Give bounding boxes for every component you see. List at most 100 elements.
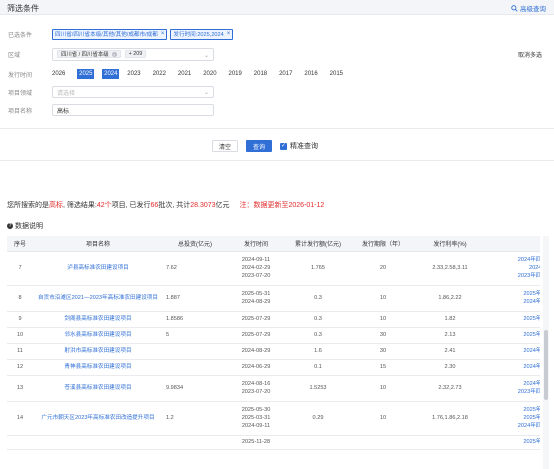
selected-tag-region[interactable]: 四川省/四川省本级/其他/其他/成都市/成都 × <box>52 28 168 40</box>
year-option[interactable]: 2019 <box>228 69 253 79</box>
cell-bond-name-line[interactable]: 2024年 <box>485 264 540 272</box>
table-row: 12青神县高标准农田建设项目 2024-06-29 0.1152.302024年四 <box>7 359 540 376</box>
project-field-row: 项目领域 请选择 ⌄ <box>8 86 214 98</box>
year-option-selected[interactable]: 2024 <box>102 69 120 79</box>
year-option[interactable]: 2023 <box>127 69 152 79</box>
year-option[interactable]: 2026 <box>52 69 77 79</box>
query-button[interactable]: 查询 <box>246 140 272 152</box>
selected-conditions-label: 已选条件 <box>8 32 33 39</box>
table-row: 8 自贡市沿滩区2021—2023年高标准农田建设项目 1.887 2025-05-3… <box>7 285 540 312</box>
cell-bond-name[interactable]: 2025年四 <box>485 327 540 344</box>
cell-bond-name[interactable]: 2025年四 <box>485 311 540 328</box>
cell-bond-name-line[interactable]: 2024年四 <box>485 347 540 355</box>
selected-conditions-row: 已选条件 四川省/四川省本级/其他/其他/成都市/成都 × 发行时间:2025,… <box>8 28 236 40</box>
cell-rate: 2.32,2.73 <box>415 375 485 402</box>
table-row: 14 广元市朝天区2023年高标准农田改造提升项目 1.2 2025-05-30 202… <box>7 401 540 436</box>
year-option[interactable]: 2015 <box>330 69 355 79</box>
year-option-selected[interactable]: 2025 <box>77 69 95 79</box>
advanced-search-link[interactable]: 高级查询 <box>511 3 546 13</box>
cell-bond-name[interactable]: 2025年四2024年四 <box>485 285 540 312</box>
clear-button[interactable]: 清空 <box>212 140 238 152</box>
close-icon[interactable]: × <box>161 31 165 37</box>
selected-tag-issue-time[interactable]: 发行时间:2025,2024 × <box>170 28 234 40</box>
cell-bond-name-line[interactable]: 2025年四 <box>485 331 540 339</box>
cell-dates-line: 2025-07-29 <box>241 316 271 322</box>
cell-no: 12 <box>7 359 33 376</box>
cell-bond-name-line[interactable]: 2025年四 <box>485 290 540 298</box>
cell-bond-name[interactable]: 2024年四川2024年2023年四川 <box>485 251 540 286</box>
cell-bond-name-line[interactable]: 2025年四 <box>485 315 540 323</box>
cell-term <box>351 435 415 450</box>
col-header-date: 发行时间 <box>227 236 285 252</box>
cell-bond-name-line[interactable]: 2024年四 <box>485 298 540 306</box>
cell-rate <box>415 435 485 450</box>
year-option[interactable]: 2021 <box>178 69 203 79</box>
cell-bond-name-line[interactable]: 2024年四 <box>485 380 540 388</box>
exact-query-checkbox[interactable]: ✓ 精准查询 <box>280 141 318 151</box>
cell-bond-name-line[interactable]: 2023年四川 <box>485 388 540 396</box>
table-row: 7 泸县高标准农田建设项目 7.62 2024-09-11 2024-02-29 2023… <box>7 251 540 286</box>
cell-dates-line: 2025-07-29 <box>241 332 271 338</box>
cell-bond-name-line[interactable]: 2024年四川 <box>485 422 540 430</box>
cell-project-name[interactable]: 青神县高标准农田建设项目 <box>33 359 163 376</box>
cell-project-name[interactable]: 射洪市高标准农田建设项目 <box>33 343 163 360</box>
cell-dates: 2025-07-29 <box>227 327 285 344</box>
cell-dates: 2024-08-29 <box>227 343 285 360</box>
cell-amount: 1.5253 <box>285 375 351 402</box>
cell-bond-name[interactable]: 2025年四 <box>485 435 540 450</box>
cell-dates: 2025-11-28 <box>227 435 285 450</box>
cell-rate: 2.13 <box>415 327 485 344</box>
cell-no: 10 <box>7 327 33 344</box>
cell-rate: 2.41 <box>415 343 485 360</box>
region-select[interactable]: 四川省 / 四川省本级 × + 209 ⌄ <box>52 47 214 61</box>
cell-project-name[interactable]: 自贡市沿滩区2021—2023年高标准农田建设项目 <box>33 285 163 312</box>
region-chip[interactable]: 四川省 / 四川省本级 × <box>57 50 121 58</box>
project-name-input[interactable]: 高标 <box>52 104 214 116</box>
cell-bond-name-line[interactable]: 2024年四川 <box>485 256 540 264</box>
cell-bond-name[interactable]: 2024年四2023年四川 <box>485 375 540 402</box>
cell-no: 13 <box>7 375 33 402</box>
cell-project-name[interactable]: 广元市朝天区2023年高标准农田改造提升项目 <box>33 401 163 436</box>
cell-dates: 2024-08-16 2023-07-20 <box>227 375 285 402</box>
col-header-extra <box>485 236 540 252</box>
year-option[interactable]: 2022 <box>153 69 178 79</box>
cell-dates-line: 2024-02-29 <box>241 265 271 271</box>
cell-no: 8 <box>7 285 33 312</box>
scrollbar-thumb[interactable] <box>544 330 548 400</box>
cell-bond-name[interactable]: 2024年四 <box>485 343 540 360</box>
cell-bond-name[interactable]: 2025年四2025年四2024年四川 <box>485 401 540 436</box>
table-header-row: 序号 项目名称 总投资(亿元) 发行时间 累计发行额(亿元) 发行期限（年） 发… <box>7 236 540 252</box>
cell-bond-name-line[interactable]: 2025年四 <box>485 438 540 446</box>
year-option[interactable]: 2020 <box>203 69 228 79</box>
cell-dates-line: 2024-06-29 <box>241 364 271 370</box>
cell-bond-name-line[interactable]: 2024年四 <box>485 363 540 371</box>
project-field-label: 项目领域 <box>8 90 33 97</box>
cell-dates-line: 2025-03-31 <box>241 415 271 421</box>
year-option[interactable]: 2018 <box>254 69 279 79</box>
cell-bond-name-line[interactable]: 2023年四川 <box>485 272 540 280</box>
cell-project-name[interactable] <box>33 435 163 450</box>
cell-project-name[interactable]: 剑阁县高标准农田建设项目 <box>33 311 163 328</box>
cell-dates-line: 2024-08-29 <box>241 299 271 305</box>
cell-bond-name-line[interactable]: 2025年四 <box>485 406 540 414</box>
cell-term: 15 <box>351 359 415 376</box>
cell-bond-name-line[interactable]: 2025年四 <box>485 414 540 422</box>
cell-rate: 1.86,2.22 <box>415 285 485 312</box>
cell-project-name[interactable]: 苍溪县高标准农田建设项目 <box>33 375 163 402</box>
project-field-select[interactable]: 请选择 ⌄ <box>52 86 214 98</box>
cell-bond-name[interactable]: 2024年四 <box>485 359 540 376</box>
close-icon[interactable]: × <box>227 31 231 37</box>
cell-dates-line: 2023-07-20 <box>241 389 271 395</box>
table-row: 11射洪市高标准农田建设项目 2024-08-29 1.6302.412024年四 <box>7 343 540 360</box>
cell-total: 5 <box>163 327 227 344</box>
divider <box>0 128 554 129</box>
chip-close-icon[interactable]: × <box>111 51 117 57</box>
cell-project-name[interactable]: 泸县高标准农田建设项目 <box>33 251 163 286</box>
cell-amount: 1.6 <box>285 343 351 360</box>
data-description[interactable]: ? 数据说明 <box>7 221 43 231</box>
cell-dates: 2024-09-11 2024-02-29 2023-07-20 <box>227 251 285 286</box>
year-option[interactable]: 2016 <box>304 69 329 79</box>
year-option[interactable]: 2017 <box>279 69 304 79</box>
cell-project-name[interactable]: 邻水县高标准农田建设项目 <box>33 327 163 344</box>
cancel-multi-select-button[interactable]: 取消多选 <box>518 50 542 59</box>
